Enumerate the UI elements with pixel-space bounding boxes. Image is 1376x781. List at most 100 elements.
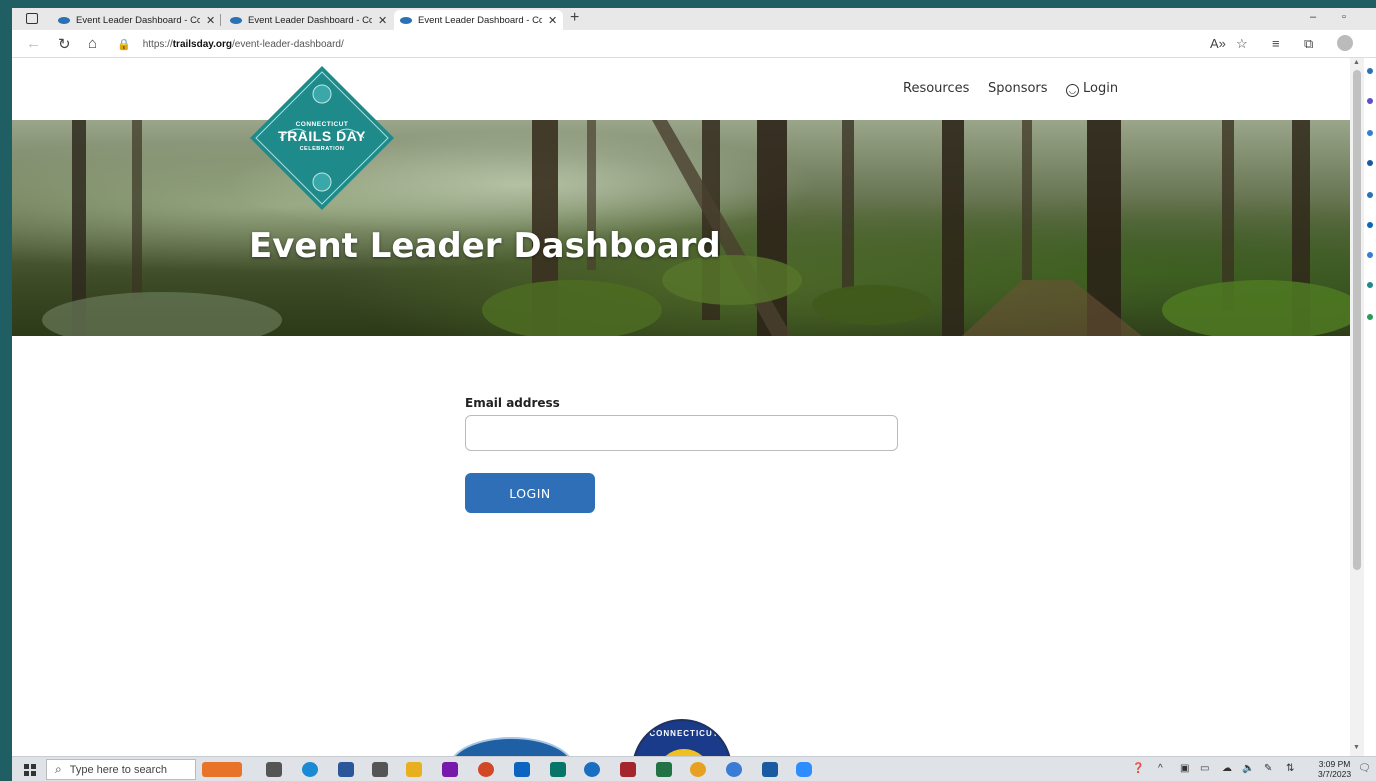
tray-app-icon[interactable]: ▣ <box>1180 763 1189 774</box>
publisher-icon[interactable] <box>550 762 566 777</box>
notifications-icon[interactable]: 🗨 <box>1358 763 1371 774</box>
task-view-icon[interactable] <box>266 762 282 777</box>
back-icon[interactable]: ← <box>26 35 41 52</box>
site-favicon-icon <box>58 16 70 24</box>
forest-sponsor-logo[interactable] <box>449 737 574 756</box>
copilot-icon[interactable] <box>726 762 742 777</box>
nav-resources-link[interactable]: Resources <box>903 81 969 96</box>
logo-line-2: TRAILS DAY <box>278 128 366 144</box>
edge-sidebar <box>1364 58 1376 756</box>
battery-icon[interactable]: ▭ <box>1200 763 1209 774</box>
page-scrollbar[interactable]: ▲ ▼ <box>1350 58 1364 756</box>
nav-login-label: Login <box>1083 81 1119 96</box>
page-viewport: Resources Sponsors ◡ Login Event Leader … <box>12 58 1350 756</box>
nav-sponsors-link[interactable]: Sponsors <box>988 81 1048 96</box>
chrome-icon[interactable] <box>690 762 706 777</box>
user-circle-icon: ◡ <box>1066 84 1079 97</box>
url-path: /event-leader-dashboard/ <box>232 38 344 50</box>
browser-tab-2[interactable]: Event Leader Dashboard - Connecticut Tra… <box>224 10 393 30</box>
favorite-star-icon[interactable]: ☆ <box>1236 36 1248 52</box>
email-label: Email address <box>465 396 560 410</box>
chevron-up-icon[interactable]: ^ <box>1158 763 1163 774</box>
connecticut-sponsor-logo[interactable]: CONNECTICUT <box>632 719 732 756</box>
login-button[interactable]: LOGIN <box>465 473 595 513</box>
site-favicon-icon <box>230 16 242 24</box>
clock-time: 3:09 PM <box>1318 759 1351 769</box>
nav-login-link[interactable]: ◡ Login <box>1066 81 1118 97</box>
profile-avatar[interactable] <box>1337 35 1353 51</box>
scroll-down-icon[interactable]: ▼ <box>1353 744 1360 751</box>
url-domain: trailsday.org <box>172 38 232 50</box>
help-icon[interactable]: ❓ <box>1132 763 1144 774</box>
access-icon[interactable] <box>620 762 636 777</box>
pen-icon[interactable]: ✎ <box>1264 763 1272 774</box>
sun-emblem <box>656 749 712 756</box>
sidebar-designer-icon[interactable] <box>1367 282 1373 288</box>
site-header: Resources Sponsors ◡ Login <box>12 58 1350 120</box>
internet-explorer-icon[interactable] <box>584 762 600 777</box>
word-icon[interactable] <box>338 762 354 777</box>
restore-icon[interactable]: ▫ <box>1342 11 1346 23</box>
url-scheme: https:// <box>142 38 173 50</box>
read-aloud-icon[interactable]: A» <box>1210 36 1226 51</box>
store-icon[interactable] <box>372 762 388 777</box>
tab-title: Event Leader Dashboard - Connecticut Tra… <box>248 14 372 26</box>
taskbar-search-box[interactable]: ⌕ Type here to search <box>46 759 196 780</box>
hero-banner: Event Leader Dashboard <box>12 120 1350 336</box>
favorites-list-icon[interactable]: ≡ <box>1272 36 1280 51</box>
close-icon[interactable]: ✕ <box>548 14 557 27</box>
email-input[interactable] <box>465 415 898 451</box>
sidebar-shopping-icon[interactable] <box>1367 98 1373 104</box>
windows-start-icon[interactable] <box>24 764 36 776</box>
tab-actions-icon[interactable] <box>26 13 38 24</box>
page-title: Event Leader Dashboard <box>249 226 721 266</box>
refresh-icon[interactable]: ↻ <box>58 35 71 53</box>
clock-date: 3/7/2023 <box>1318 769 1352 779</box>
sidebar-drop-icon[interactable] <box>1367 252 1373 258</box>
trails-day-logo[interactable]: CONNECTICUT TRAILS DAY CELEBRATION <box>250 66 394 210</box>
network-icon[interactable]: ⇅ <box>1286 763 1294 774</box>
browser-tab-bar: Event Leader Dashboard - Connecticut Tra… <box>12 8 1376 30</box>
onedrive-icon[interactable]: ☁ <box>1222 763 1232 774</box>
zoom-icon[interactable] <box>796 762 812 777</box>
sidebar-search-icon[interactable] <box>1367 68 1373 74</box>
sponsor-badge-text: CONNECTICUT <box>649 729 719 738</box>
tab-title: Event Leader Dashboard - Connecticut Tra… <box>76 14 200 26</box>
taskbar-clock[interactable]: 3:09 PM 3/7/2023 <box>1318 759 1351 779</box>
logo-line-1: CONNECTICUT <box>295 121 349 128</box>
search-icon: ⌕ <box>55 762 62 776</box>
sidebar-office-icon[interactable] <box>1367 192 1373 198</box>
outlook-icon[interactable] <box>514 762 530 777</box>
excel-icon[interactable] <box>656 762 672 777</box>
site-favicon-icon <box>400 16 412 24</box>
search-highlight-icon[interactable] <box>202 762 242 777</box>
taskbar-search-placeholder: Type here to search <box>69 763 167 776</box>
tab-title: Event Leader Dashboard - Connecticut Tra… <box>418 14 542 26</box>
collections-icon[interactable]: ⧉ <box>1304 36 1313 52</box>
home-icon[interactable]: ⌂ <box>88 35 97 52</box>
sidebar-add-icon[interactable] <box>1367 314 1373 320</box>
onenote-icon[interactable] <box>442 762 458 777</box>
browser-tab-3-active[interactable]: Event Leader Dashboard - Connecticut Tra… <box>394 10 564 30</box>
powerpoint-icon[interactable] <box>478 762 494 777</box>
file-explorer-icon[interactable] <box>406 762 422 777</box>
lock-icon[interactable]: 🔒 <box>117 38 131 51</box>
new-tab-icon[interactable]: + <box>570 9 579 27</box>
scroll-thumb[interactable] <box>1353 70 1361 570</box>
logo-line-3: CELEBRATION <box>299 146 345 152</box>
address-bar: ← ↻ ⌂ 🔒 https://trailsday.org/event-lead… <box>12 30 1376 58</box>
scroll-up-icon[interactable]: ▲ <box>1353 59 1360 66</box>
minimize-icon[interactable]: – <box>1310 11 1316 23</box>
sidebar-tools-icon[interactable] <box>1367 130 1373 136</box>
sidebar-outlook-icon[interactable] <box>1367 222 1373 228</box>
edge-browser-icon[interactable] <box>302 762 318 777</box>
windows-taskbar: ⌕ Type here to search ❓ ^ ▣ ▭ ☁ 🔈 ✎ ⇅ 3:… <box>12 756 1376 781</box>
photos-icon[interactable] <box>762 762 778 777</box>
close-icon[interactable]: ✕ <box>206 14 215 27</box>
url-field[interactable]: 🔒 https://trailsday.org/event-leader-das… <box>117 33 1242 55</box>
volume-icon[interactable]: 🔈 <box>1242 763 1254 774</box>
tab-divider <box>220 14 221 26</box>
sidebar-games-icon[interactable] <box>1367 160 1373 166</box>
close-icon[interactable]: ✕ <box>378 14 387 27</box>
browser-tab-1[interactable]: Event Leader Dashboard - Connecticut Tra… <box>52 10 221 30</box>
